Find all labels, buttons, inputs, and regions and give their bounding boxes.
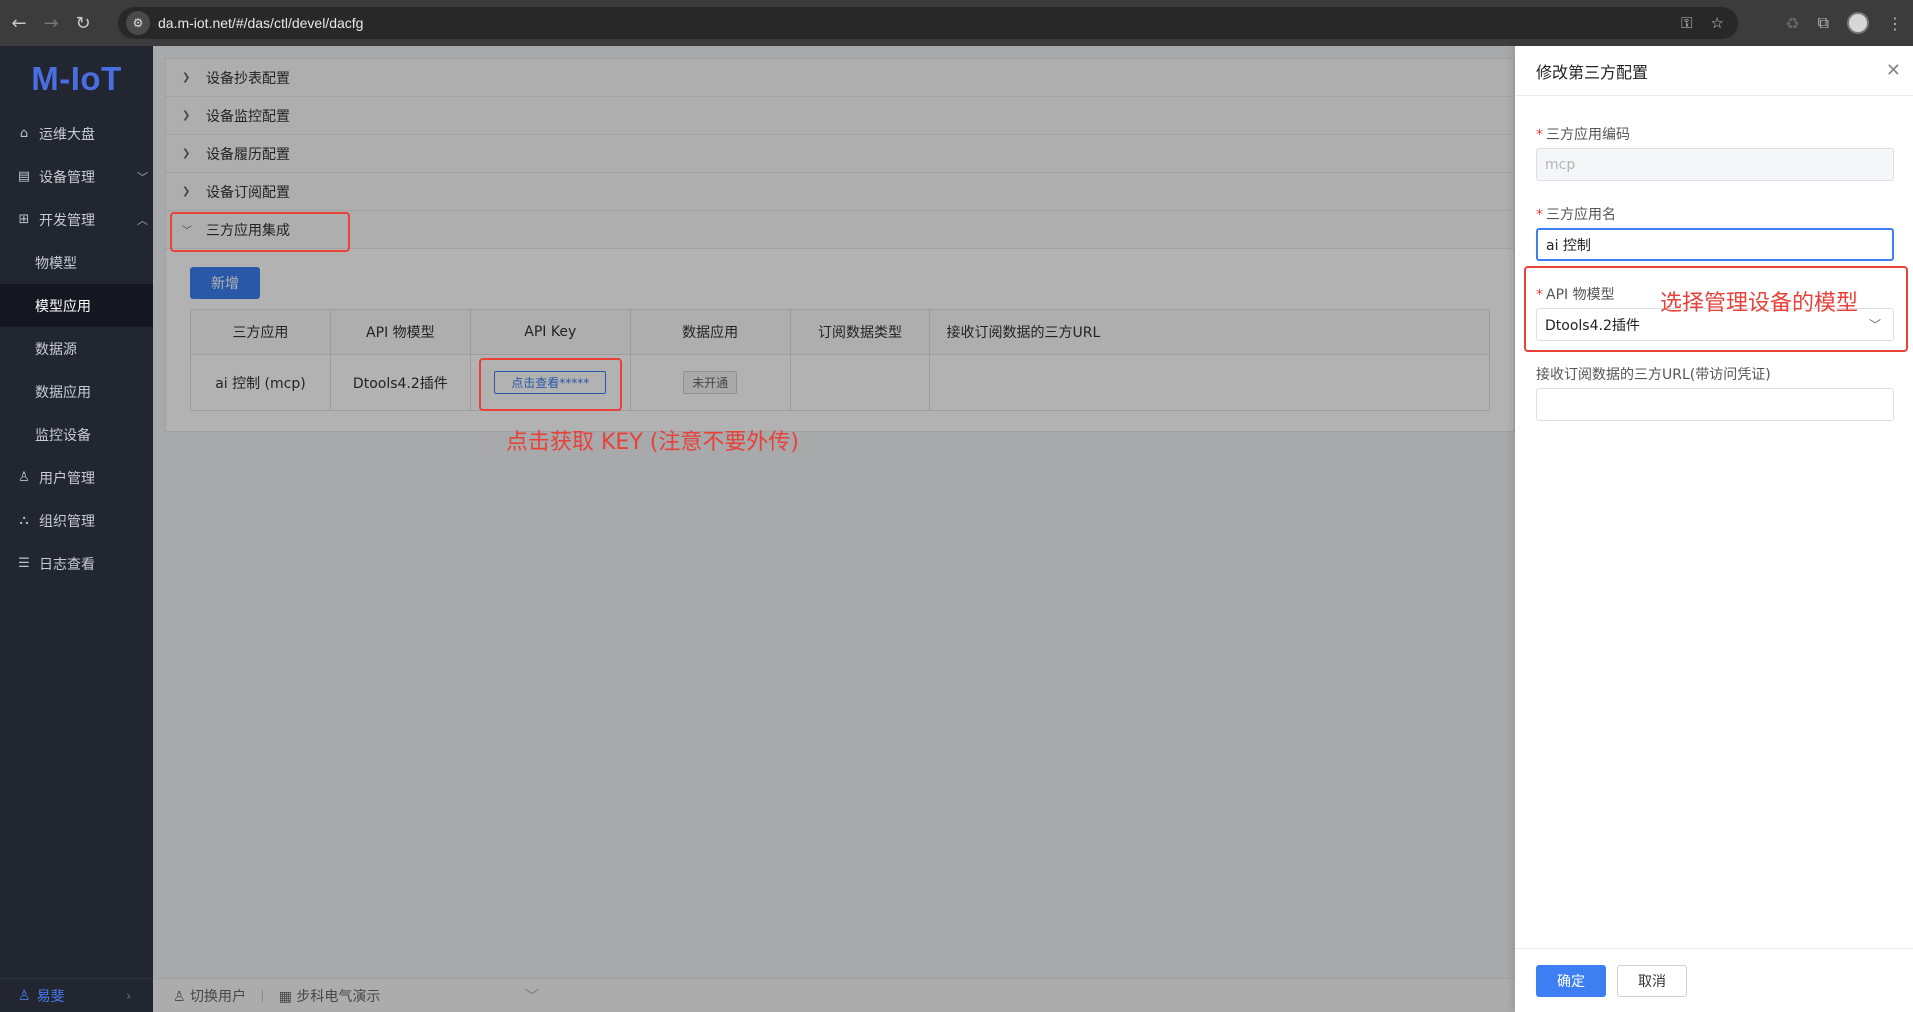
chevron-up-icon: ︿ — [137, 214, 148, 227]
url-field[interactable] — [1536, 388, 1894, 421]
name-label-text: 三方应用名 — [1546, 207, 1616, 223]
sidebar-item-label: 组织管理 — [39, 513, 95, 530]
key-icon[interactable]: ⚿ — [1681, 14, 1692, 32]
cancel-button[interactable]: 取消 — [1617, 964, 1687, 997]
annotation-box-section — [170, 212, 350, 252]
reload-icon[interactable]: ↻ — [67, 7, 99, 39]
profile-avatar[interactable] — [1847, 12, 1869, 34]
user-name: 易斐 — [36, 988, 65, 1005]
list-icon: ☰ — [18, 556, 30, 571]
name-label: * 三方应用名 — [1536, 204, 1616, 224]
app-logo: M-IoT — [31, 60, 122, 97]
sidebar-item-label: 运维大盘 — [39, 126, 95, 143]
sidebar: M-IoT ⌂ 运维大盘 ▤ 设备管理 ﹀ ⊞ 开发管理 ︿ 物模型 模型应用 … — [0, 46, 153, 1012]
grid-icon: ⊞ — [18, 212, 30, 227]
back-icon[interactable]: ← — [3, 7, 35, 39]
more-menu-icon[interactable]: ⋮ — [1887, 14, 1903, 33]
code-label-text: 三方应用编码 — [1546, 127, 1630, 143]
confirm-button[interactable]: 确定 — [1536, 964, 1606, 997]
code-field: mcp — [1536, 148, 1894, 181]
sidebar-item-logs[interactable]: ☰ 日志查看 — [0, 542, 153, 585]
required-mark: * — [1536, 127, 1543, 143]
sidebar-subitem-data-source[interactable]: 数据源 — [0, 327, 153, 370]
sidebar-item-label: 用户管理 — [39, 470, 95, 487]
drawer-title: 修改第三方配置 — [1536, 62, 1649, 82]
org-icon: ⛬ — [19, 513, 29, 528]
recycle-icon[interactable]: ♻ — [1785, 14, 1799, 33]
modal-overlay[interactable] — [153, 46, 1515, 1012]
site-info-icon[interactable]: ⚙ — [126, 11, 150, 35]
sidebar-item-label: 日志查看 — [39, 556, 95, 573]
sidebar-item-label: 设备管理 — [39, 169, 95, 186]
sidebar-item-dev-management[interactable]: ⊞ 开发管理 ︿ — [0, 198, 153, 241]
user-icon: ♙ — [18, 987, 31, 1004]
edit-third-party-drawer: 修改第三方配置 ✕ * 三方应用编码 mcp * 三方应用名 ai 控制 * API … — [1515, 46, 1913, 1012]
home-icon: ⌂ — [19, 126, 29, 141]
browser-toolbar: ← → ↻ ⚙ da.m-iot.net/#/das/ctl/devel/dac… — [0, 0, 1913, 46]
device-icon: ▤ — [17, 169, 31, 184]
sidebar-item-device-management[interactable]: ▤ 设备管理 ﹀ — [0, 155, 153, 198]
sidebar-subitem-model-app[interactable]: 模型应用 — [0, 284, 153, 327]
sidebar-item-user-management[interactable]: ♙ 用户管理 — [0, 456, 153, 499]
chevron-down-icon: ﹀ — [137, 171, 148, 184]
close-icon[interactable]: ✕ — [1886, 60, 1901, 81]
annotation-key-note: 点击获取 KEY (注意不要外传) — [506, 430, 799, 455]
required-mark: * — [1536, 207, 1543, 223]
sidebar-subitem-data-app[interactable]: 数据应用 — [0, 370, 153, 413]
extensions-icon[interactable]: ⧉ — [1818, 13, 1829, 33]
annotation-box-key — [479, 358, 622, 411]
bookmark-star-icon[interactable]: ☆ — [1711, 14, 1724, 32]
code-label: * 三方应用编码 — [1536, 124, 1630, 144]
user-icon: ♙ — [18, 470, 30, 485]
drawer-header: 修改第三方配置 ✕ — [1515, 46, 1913, 96]
name-field[interactable]: ai 控制 — [1536, 228, 1894, 261]
forward-icon[interactable]: → — [35, 7, 67, 39]
sidebar-item-dashboard[interactable]: ⌂ 运维大盘 — [0, 112, 153, 155]
current-user[interactable]: ♙ 易斐 › — [0, 978, 153, 1012]
url-label: 接收订阅数据的三方URL(带访问凭证) — [1536, 367, 1771, 383]
annotation-model-note: 选择管理设备的模型 — [1660, 291, 1859, 316]
sidebar-item-org-management[interactable]: ⛬ 组织管理 — [0, 499, 153, 542]
sidebar-subitem-thing-model[interactable]: 物模型 — [0, 241, 153, 284]
drawer-footer: 确定 取消 — [1515, 948, 1913, 1012]
sidebar-item-label: 开发管理 — [39, 212, 95, 229]
address-bar[interactable]: ⚙ da.m-iot.net/#/das/ctl/devel/dacfg ⚿ ☆ — [118, 7, 1738, 39]
sidebar-subitem-monitor-device[interactable]: 监控设备 — [0, 413, 153, 456]
url-text[interactable]: da.m-iot.net/#/das/ctl/devel/dacfg — [158, 15, 363, 31]
chevron-right-icon: › — [126, 988, 131, 1003]
